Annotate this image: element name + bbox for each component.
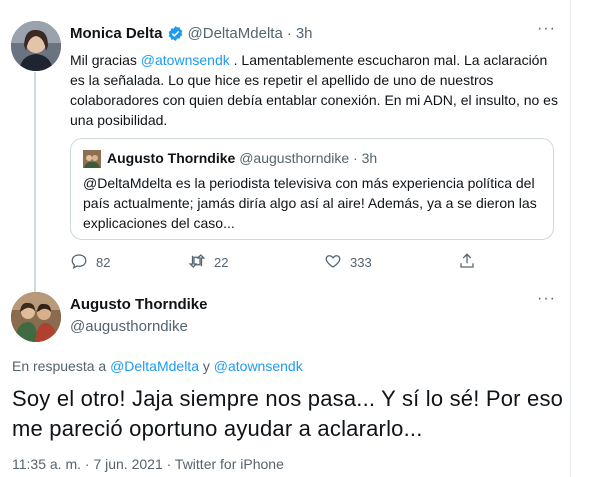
retweet-count: 22 [214,255,229,270]
tweet2-text: Soy el otro! Jaja siempre nos pasa... Y … [12,386,564,441]
like-icon [324,252,342,273]
quote-separator: · [353,150,358,166]
tweet1-text-prefix: Mil gracias [70,52,141,68]
quote-time: 3h [361,150,378,166]
mention-atownsendk[interactable]: @atownsendk [214,358,303,374]
quote-handle: @augusthorndike [239,150,350,166]
quoted-tweet-card[interactable]: Augusto Thorndike @augusthorndike · 3h @… [70,138,554,240]
reply-count: 82 [96,255,111,270]
tweet1-header: Monica Delta @DeltaMdelta · 3h [70,25,313,42]
avatar-augusto-thorndike[interactable] [11,292,61,342]
avatar-augusto-thorndike-small [83,150,101,168]
share-icon [458,252,476,273]
more-icon[interactable]: ··· [537,290,556,308]
quote-text: @DeltaMdelta es la periodista televisiva… [83,175,537,231]
quote-header: Augusto Thorndike @augusthorndike · 3h [107,150,377,166]
tweet2-meta[interactable]: 11:35 a. m. · 7 jun. 2021 · Twitter for … [12,456,284,472]
mention-deltamdelta[interactable]: @DeltaMdelta [110,358,199,374]
more-icon[interactable]: ··· [537,20,556,38]
tweet1-text: Mil gracias @atownsendk . Lamentablement… [70,50,560,130]
tweet1-time[interactable]: 3h [296,25,313,42]
tweet1-display-name[interactable]: Monica Delta [70,25,163,42]
avatar-monica-delta[interactable] [11,21,61,71]
thread-connector [34,72,36,292]
retweet-button[interactable]: 22 [188,252,228,273]
tweet2-display-name[interactable]: Augusto Thorndike [70,296,208,313]
like-button[interactable]: 333 [324,252,372,273]
reply-joiner: y [198,358,214,374]
reply-button[interactable]: 82 [70,252,110,273]
reply-icon [70,252,88,273]
reply-context: En respuesta a @DeltaMdelta y @atownsend… [12,358,303,374]
retweet-icon [188,252,206,273]
like-count: 333 [350,255,372,270]
share-button[interactable] [458,252,476,273]
tweet1-action-bar: 82 22 333 [70,252,490,272]
quote-display-name: Augusto Thorndike [107,150,236,166]
tweet1-separator: · [286,25,292,42]
tweet2-handle[interactable]: @augusthorndike [70,318,188,335]
tweet1-handle[interactable]: @DeltaMdelta [188,25,283,42]
verified-badge-icon [167,25,184,42]
reply-prefix: En respuesta a [12,358,111,374]
mention-atownsendk[interactable]: @atownsendk [141,52,230,68]
